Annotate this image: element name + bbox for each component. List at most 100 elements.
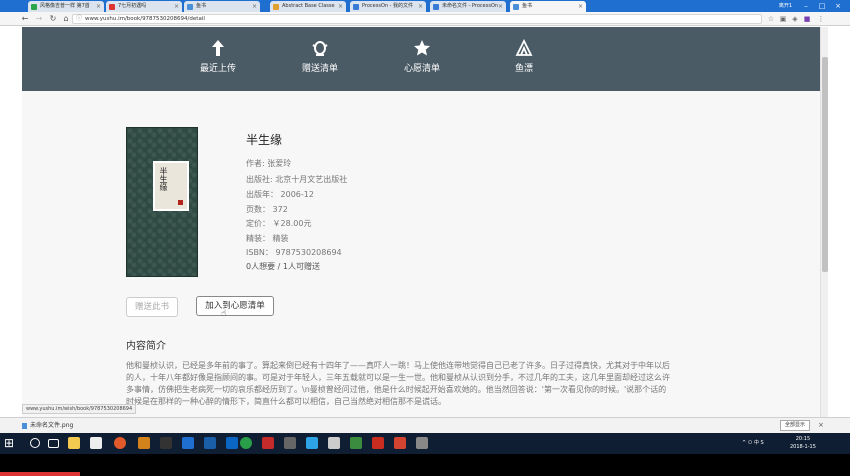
screen: 风格像吉普一样 第7首 × 7七月初遇吗 × 鱼书 × Abstract Base C… xyxy=(0,0,850,476)
close-icon[interactable]: × xyxy=(96,1,101,12)
tab-favicon-icon xyxy=(187,4,193,10)
tab-label: ProcessOn - 我的文件 xyxy=(362,3,414,9)
task-view-icon[interactable] xyxy=(48,439,59,448)
fish-icon xyxy=(494,38,554,61)
close-icon[interactable]: × xyxy=(252,1,257,12)
star-icon xyxy=(392,39,452,61)
minimize-icon[interactable]: – xyxy=(798,0,814,12)
extension-icon[interactable]: ◈ xyxy=(790,14,800,24)
reload-icon[interactable]: ↻ xyxy=(48,14,58,24)
system-tray[interactable]: ^ ㅁ 中 S xyxy=(742,439,764,446)
close-icon[interactable]: × xyxy=(818,420,824,431)
scrollbar-thumb[interactable] xyxy=(822,57,828,272)
app-icon[interactable] xyxy=(182,437,194,449)
clock[interactable]: 20:15 2018-1-15 xyxy=(790,435,816,451)
gift-book-button[interactable]: 赠送此书 xyxy=(126,297,178,317)
app-icon[interactable] xyxy=(284,437,296,449)
tab-2[interactable]: 7七月初遇吗 × xyxy=(106,1,182,12)
app-icon[interactable] xyxy=(138,437,150,449)
windows-start-icon[interactable]: ⊞ xyxy=(4,436,14,450)
intro-heading: 内容简介 xyxy=(126,341,166,352)
seal-icon xyxy=(178,200,183,205)
forward-icon[interactable]: → xyxy=(34,14,44,24)
app-icon[interactable] xyxy=(416,437,428,449)
visual-studio-icon[interactable] xyxy=(204,437,216,449)
address-bar[interactable]: ⓘ www.yushu.im/book/9787530208694/detail xyxy=(72,14,762,24)
book-pages: 页数： 372 xyxy=(246,205,288,214)
close-icon[interactable]: × xyxy=(338,1,343,12)
close-icon[interactable]: × xyxy=(578,1,583,12)
app-icon[interactable] xyxy=(262,437,274,449)
browser-tab-strip: 风格像吉普一样 第7首 × 7七月初遇吗 × 鱼书 × Abstract Base C… xyxy=(0,0,850,12)
tab-5[interactable]: ProcessOn - 我的文件 × xyxy=(350,1,426,12)
tab-4[interactable]: Abstract Base Classe × xyxy=(270,1,346,12)
show-all-downloads-button[interactable]: 全部显示 xyxy=(780,420,810,431)
tab-favicon-icon xyxy=(31,4,37,10)
site-nav: 最近上传 赠送清单 心愿清单 鱼漂 xyxy=(22,27,820,91)
tab-label: 未命名文件 - ProcessOn xyxy=(442,3,499,9)
app-icon[interactable] xyxy=(328,437,340,449)
menu-icon[interactable]: ⋮ xyxy=(816,14,826,24)
close-icon[interactable]: × xyxy=(174,1,179,12)
store-icon[interactable] xyxy=(90,437,102,449)
app-icon[interactable] xyxy=(160,437,172,449)
browser-toolbar: ← → ↻ ⌂ ⓘ www.yushu.im/book/978753020869… xyxy=(0,12,850,26)
chrome-icon[interactable] xyxy=(240,437,252,449)
star-bookmark-icon[interactable]: ☆ xyxy=(766,14,776,24)
tab-favicon-icon xyxy=(273,4,279,10)
cover-label: 半生缘 xyxy=(153,161,189,211)
hand-cursor-icon: ☝ xyxy=(221,309,227,319)
tab-label: 鱼书 xyxy=(196,3,207,9)
add-to-wishlist-button[interactable]: 加入到心愿清单 xyxy=(196,296,274,316)
nav-item-gift-list[interactable]: 赠送清单 xyxy=(290,39,350,75)
status-url: www.yushu.im/wish/book/9787530208694 xyxy=(22,404,137,414)
close-window-icon[interactable]: × xyxy=(830,0,846,12)
app-icon[interactable] xyxy=(114,437,126,449)
nav-item-label: 最近上传 xyxy=(199,64,236,74)
page-scrollbar[interactable] xyxy=(820,27,828,417)
book-wish-gift-count: 0人想要 / 1人可赠送 xyxy=(246,262,320,271)
tab-label: 鱼书 xyxy=(522,3,533,9)
tab-label: Abstract Base Classe xyxy=(282,3,335,9)
maximize-icon[interactable]: □ xyxy=(814,0,830,12)
tab-label: 风格像吉普一样 第7首 xyxy=(40,3,90,9)
video-progress-bar xyxy=(0,472,80,476)
download-item[interactable]: 未命名文件.png xyxy=(30,421,73,431)
app-icon[interactable] xyxy=(306,437,318,449)
app-icon[interactable] xyxy=(350,437,362,449)
close-icon[interactable]: × xyxy=(498,1,503,12)
tab-7-active[interactable]: 鱼书 × xyxy=(510,1,586,12)
back-icon[interactable]: ← xyxy=(20,14,30,24)
nav-item-wish-list[interactable]: 心愿清单 xyxy=(392,39,452,75)
browser-user-label[interactable]: 离开1 xyxy=(779,0,792,12)
page-content: 最近上传 赠送清单 心愿清单 鱼漂 半生缘 半生缘 作者: 张爱玲 出版社: 北… xyxy=(22,27,820,417)
tab-favicon-icon xyxy=(513,4,519,10)
extension-icon[interactable]: ■ xyxy=(802,14,812,24)
tab-1[interactable]: 风格像吉普一样 第7首 × xyxy=(28,1,104,12)
file-explorer-icon[interactable] xyxy=(68,437,80,449)
app-icon[interactable] xyxy=(372,437,384,449)
book-binding: 精装： 精装 xyxy=(246,234,289,243)
address-url: www.yushu.im/book/9787530208694/detail xyxy=(85,16,205,22)
tab-6[interactable]: 未命名文件 - ProcessOn × xyxy=(430,1,506,12)
powerpoint-icon[interactable] xyxy=(394,437,406,449)
search-icon[interactable] xyxy=(30,438,40,448)
book-isbn: ISBN： 9787530208694 xyxy=(246,248,342,257)
app-icon[interactable] xyxy=(226,437,238,449)
home-icon[interactable]: ⌂ xyxy=(61,14,71,24)
tab-favicon-icon xyxy=(353,4,359,10)
page-info-icon[interactable]: ⓘ xyxy=(76,15,82,23)
book-price: 定价： ￥28.00元 xyxy=(246,219,312,228)
nav-item-fish-float[interactable]: 鱼漂 xyxy=(494,38,554,75)
upload-icon xyxy=(188,39,248,61)
nav-item-recent-uploads[interactable]: 最近上传 xyxy=(188,39,248,75)
nav-item-label: 心愿清单 xyxy=(403,64,440,74)
book-title: 半生缘 xyxy=(246,133,283,147)
intro-text: 他和曼桢认识，已经是多年前的事了。算起来倒已经有十四年了——真吓人一跳！马上使他… xyxy=(126,361,670,406)
close-icon[interactable]: × xyxy=(418,1,423,12)
nav-item-label: 鱼漂 xyxy=(514,64,533,74)
file-icon xyxy=(22,423,27,429)
book-author: 作者: 张爱玲 xyxy=(246,159,292,168)
extension-icon[interactable]: ▣ xyxy=(778,14,788,24)
tab-3[interactable]: 鱼书 × xyxy=(184,1,260,12)
